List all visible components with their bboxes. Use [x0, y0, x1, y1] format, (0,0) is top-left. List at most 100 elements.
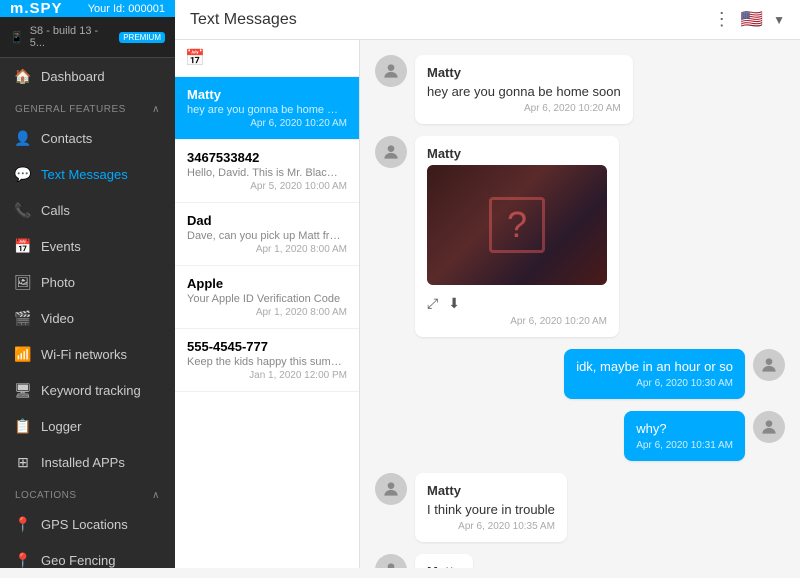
- sender-name: Matty: [427, 564, 461, 568]
- collapse-locations-icon[interactable]: ∧: [152, 490, 160, 501]
- device-info[interactable]: 📱 S8 - build 13 - 5... PREMIUM: [0, 17, 175, 58]
- sidebar-item-text-messages[interactable]: 💬 Text Messages: [0, 156, 175, 192]
- general-features-section: GENERAL FEATURES ∧: [0, 94, 175, 120]
- dashboard-label: Dashboard: [41, 69, 105, 84]
- installed-apps-label: Installed APPs: [41, 455, 125, 470]
- message-time: Apr 6, 2020 10:20 AM: [187, 118, 347, 129]
- sender-name: Matty: [187, 87, 347, 102]
- video-label: Video: [41, 311, 74, 326]
- sidebar-item-wifi[interactable]: 📶 Wi-Fi networks: [0, 336, 175, 372]
- message-text: I think youre in trouble: [427, 502, 555, 517]
- message-bubble-outgoing: idk, maybe in an hour or so Apr 6, 2020 …: [564, 349, 745, 399]
- message-list: 📅 Matty hey are you gonna be home soon A…: [175, 40, 360, 568]
- message-row: why? Apr 6, 2020 10:31 AM: [375, 411, 785, 461]
- events-label: Events: [41, 239, 81, 254]
- sidebar-item-gps[interactable]: 📍 GPS Locations: [0, 506, 175, 542]
- calendar-icon[interactable]: 📅: [185, 50, 205, 67]
- user-id: Your Id: 000001: [88, 3, 165, 15]
- list-item[interactable]: Matty hey are you gonna be home soon Apr…: [175, 77, 359, 140]
- message-time: Apr 1, 2020 8:00 AM: [187, 307, 347, 318]
- message-bubble: Matty I think youre in trouble Apr 6, 20…: [415, 473, 567, 542]
- avatar: [375, 55, 407, 87]
- locations-section: LOCATIONS ∧: [0, 480, 175, 506]
- avatar: [753, 349, 785, 381]
- message-preview: hey are you gonna be home soon: [187, 104, 342, 116]
- message-preview: Your Apple ID Verification Code: [187, 293, 342, 305]
- sender-name: Dad: [187, 213, 347, 228]
- logger-label: Logger: [41, 419, 81, 434]
- sidebar-item-dashboard[interactable]: 🏠 Dashboard: [0, 58, 175, 94]
- sidebar-item-video[interactable]: 🎬 Video: [0, 300, 175, 336]
- main-content: Text Messages ⋮ 🇺🇸 ▼ 📅 Matty hey are you…: [175, 0, 800, 568]
- content-area: 📅 Matty hey are you gonna be home soon A…: [175, 40, 800, 568]
- message-time: Jan 1, 2020 12:00 PM: [187, 370, 347, 381]
- sender-name: Apple: [187, 276, 347, 291]
- more-icon[interactable]: ⋮: [713, 9, 731, 30]
- list-item[interactable]: 555-4545-777 Keep the kids happy this su…: [175, 329, 359, 392]
- sender-name: 555-4545-777: [187, 339, 347, 354]
- list-item[interactable]: Apple Your Apple ID Verification Code Ap…: [175, 266, 359, 329]
- avatar: [753, 411, 785, 443]
- message-row: Matty: [375, 554, 785, 568]
- flag-icon[interactable]: 🇺🇸: [741, 9, 763, 30]
- message-time: Apr 1, 2020 8:00 AM: [187, 244, 347, 255]
- message-bubble-outgoing: why? Apr 6, 2020 10:31 AM: [624, 411, 745, 461]
- download-icon[interactable]: ⬇: [448, 295, 460, 312]
- sender-name: Matty: [427, 65, 621, 80]
- premium-badge: PREMIUM: [119, 32, 165, 43]
- sidebar-item-keyword[interactable]: 🖥 Keyword tracking: [0, 372, 175, 408]
- video-icon: 🎬: [15, 310, 31, 326]
- avatar: [375, 136, 407, 168]
- sidebar-item-events[interactable]: 📅 Events: [0, 228, 175, 264]
- sidebar-item-geo[interactable]: 📍 Geo Fencing: [0, 542, 175, 578]
- expand-icon[interactable]: ⤢: [427, 295, 438, 312]
- message-bubble: Matty hey are you gonna be home soon Apr…: [415, 55, 633, 124]
- message-preview: Hello, David. This is Mr. Black. I've no…: [187, 167, 342, 179]
- apps-icon: ⊞: [15, 454, 31, 470]
- topbar: Text Messages ⋮ 🇺🇸 ▼: [175, 0, 800, 40]
- message-row: Matty I think youre in trouble Apr 6, 20…: [375, 473, 785, 542]
- avatar: [375, 554, 407, 568]
- message-preview: Dave, can you pick up Matt from schoo...: [187, 230, 342, 242]
- message-time: Apr 6, 2020 10:31 AM: [636, 440, 733, 451]
- photo-icon: 🖼: [15, 274, 31, 290]
- events-icon: 📅: [15, 238, 31, 254]
- sidebar-item-installed-apps[interactable]: ⊞ Installed APPs: [0, 444, 175, 480]
- message-time: Apr 5, 2020 10:00 AM: [187, 181, 347, 192]
- message-thread: Matty hey are you gonna be home soon Apr…: [360, 40, 800, 568]
- general-features-label: GENERAL FEATURES: [15, 104, 126, 115]
- sidebar-item-photo[interactable]: 🖼 Photo: [0, 264, 175, 300]
- sidebar-item-logger[interactable]: 📋 Logger: [0, 408, 175, 444]
- sender-name: Matty: [427, 146, 607, 161]
- message-time: Apr 6, 2020 10:30 AM: [576, 378, 733, 389]
- message-time: Apr 6, 2020 10:20 AM: [427, 103, 621, 114]
- sidebar-item-contacts[interactable]: 👤 Contacts: [0, 120, 175, 156]
- wifi-label: Wi-Fi networks: [41, 347, 127, 362]
- app-logo: m.SPY: [10, 0, 63, 17]
- device-icon: 📱: [10, 31, 24, 44]
- sidebar-item-calls[interactable]: 📞 Calls: [0, 192, 175, 228]
- message-text: hey are you gonna be home soon: [427, 84, 621, 99]
- text-messages-label: Text Messages: [41, 167, 128, 182]
- list-item[interactable]: Dad Dave, can you pick up Matt from scho…: [175, 203, 359, 266]
- sidebar-header: m.SPY Your Id: 000001: [0, 0, 175, 17]
- gps-icon: 📍: [15, 516, 31, 532]
- chevron-down-icon[interactable]: ▼: [773, 13, 785, 27]
- photo-label: Photo: [41, 275, 75, 290]
- topbar-right: ⋮ 🇺🇸 ▼: [713, 9, 785, 30]
- list-item[interactable]: 3467533842 Hello, David. This is Mr. Bla…: [175, 140, 359, 203]
- wifi-icon: 📶: [15, 346, 31, 362]
- keyword-label: Keyword tracking: [41, 383, 141, 398]
- message-time: Apr 6, 2020 10:35 AM: [427, 521, 555, 532]
- gps-label: GPS Locations: [41, 517, 128, 532]
- logger-icon: 📋: [15, 418, 31, 434]
- message-image: [427, 165, 607, 285]
- calendar-row[interactable]: 📅: [175, 40, 359, 77]
- contacts-label: Contacts: [41, 131, 92, 146]
- geo-label: Geo Fencing: [41, 553, 115, 568]
- keyword-icon: 🖥: [15, 382, 31, 398]
- collapse-icon[interactable]: ∧: [152, 104, 160, 115]
- geo-icon: 📍: [15, 552, 31, 568]
- device-name: S8 - build 13 - 5...: [30, 25, 114, 49]
- message-bubble-image: Matty ⤢ ⬇ Apr 6, 2020 10:20 AM: [415, 136, 619, 337]
